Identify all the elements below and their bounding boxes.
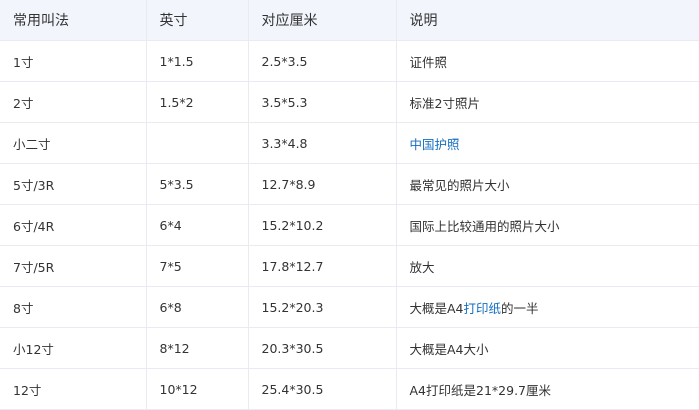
cell-centimeters: 15.2*10.2 (247, 204, 397, 246)
description-text: 大概是A4大小 (409, 341, 489, 357)
cell-description: 标准2寸照片 (395, 81, 699, 123)
table-row: 5寸/3R 5*3.5 12.7*8.9 最常见的照片大小 (0, 163, 699, 205)
cell-description: 大概是A4打印纸的一半 (395, 286, 699, 328)
cell-centimeters: 15.2*20.3 (247, 286, 397, 328)
cell-description: 证件照 (395, 40, 699, 82)
cell-common-name: 小二寸 (0, 122, 147, 164)
description-text: 放大 (409, 259, 435, 275)
cell-centimeters: 25.4*30.5 (247, 368, 397, 410)
photo-size-table: 常用叫法 英寸 对应厘米 说明 1寸 1*1.5 2.5*3.5 证件照 2寸 1.5*2… (0, 0, 699, 410)
cell-description: 大概是A4大小 (395, 327, 699, 369)
cell-description: 放大 (395, 245, 699, 287)
cell-centimeters: 3.3*4.8 (247, 122, 397, 164)
description-text: 国际上比较通用的照片大小 (409, 218, 560, 234)
cell-common-name: 5寸/3R (0, 163, 147, 205)
cell-inches: 6*4 (145, 204, 249, 246)
cell-inches: 8*12 (145, 327, 249, 369)
cell-centimeters: 17.8*12.7 (247, 245, 397, 287)
cell-common-name: 12寸 (0, 368, 147, 410)
cell-description: A4打印纸是21*29.7厘米 (395, 368, 699, 410)
description-text: 标准2寸照片 (409, 95, 480, 111)
table-row: 1寸 1*1.5 2.5*3.5 证件照 (0, 40, 699, 82)
cell-common-name: 1寸 (0, 40, 147, 82)
header-description: 说明 (395, 0, 699, 41)
cell-common-name: 2寸 (0, 81, 147, 123)
cell-common-name: 6寸/4R (0, 204, 147, 246)
table-row: 小12寸 8*12 20.3*30.5 大概是A4大小 (0, 327, 699, 369)
table-row: 12寸 10*12 25.4*30.5 A4打印纸是21*29.7厘米 (0, 368, 699, 410)
header-common-name: 常用叫法 (0, 0, 147, 41)
cell-inches: 5*3.5 (145, 163, 249, 205)
cell-common-name: 7寸/5R (0, 245, 147, 287)
table-row: 6寸/4R 6*4 15.2*10.2 国际上比较通用的照片大小 (0, 204, 699, 246)
description-link[interactable]: 中国护照 (410, 137, 460, 152)
description-text: 最常见的照片大小 (409, 177, 510, 193)
table-row: 小二寸 3.3*4.8 中国护照 (0, 122, 699, 164)
cell-description: 国际上比较通用的照片大小 (395, 204, 699, 246)
cell-inches: 6*8 (145, 286, 249, 328)
cell-centimeters: 2.5*3.5 (247, 40, 397, 82)
table-body: 1寸 1*1.5 2.5*3.5 证件照 2寸 1.5*2 3.5*5.3 标准2寸照片小二寸… (0, 40, 699, 410)
cell-centimeters: 12.7*8.9 (247, 163, 397, 205)
cell-centimeters: 20.3*30.5 (247, 327, 397, 369)
cell-inches: 1.5*2 (145, 81, 249, 123)
cell-common-name: 小12寸 (0, 327, 147, 369)
cell-inches: 7*5 (145, 245, 249, 287)
table-row: 2寸 1.5*2 3.5*5.3 标准2寸照片 (0, 81, 699, 123)
header-centimeters: 对应厘米 (247, 0, 397, 41)
description-text: 证件照 (409, 54, 448, 70)
cell-inches: 10*12 (145, 368, 249, 410)
cell-description: 中国护照 (395, 122, 699, 164)
description-link[interactable]: 打印纸 (464, 301, 502, 316)
cell-common-name: 8寸 (0, 286, 147, 328)
cell-inches: 1*1.5 (145, 40, 249, 82)
description-text: 大概是A4 (409, 300, 464, 316)
cell-inches (145, 122, 249, 164)
description-text: A4打印纸是21*29.7厘米 (409, 382, 552, 398)
cell-description: 最常见的照片大小 (395, 163, 699, 205)
description-text: 的一半 (501, 300, 539, 316)
table-row: 7寸/5R 7*5 17.8*12.7 放大 (0, 245, 699, 287)
header-inches: 英寸 (145, 0, 249, 41)
table-header-row: 常用叫法 英寸 对应厘米 说明 (0, 0, 699, 41)
table-row: 8寸 6*8 15.2*20.3 大概是A4打印纸的一半 (0, 286, 699, 328)
cell-centimeters: 3.5*5.3 (247, 81, 397, 123)
